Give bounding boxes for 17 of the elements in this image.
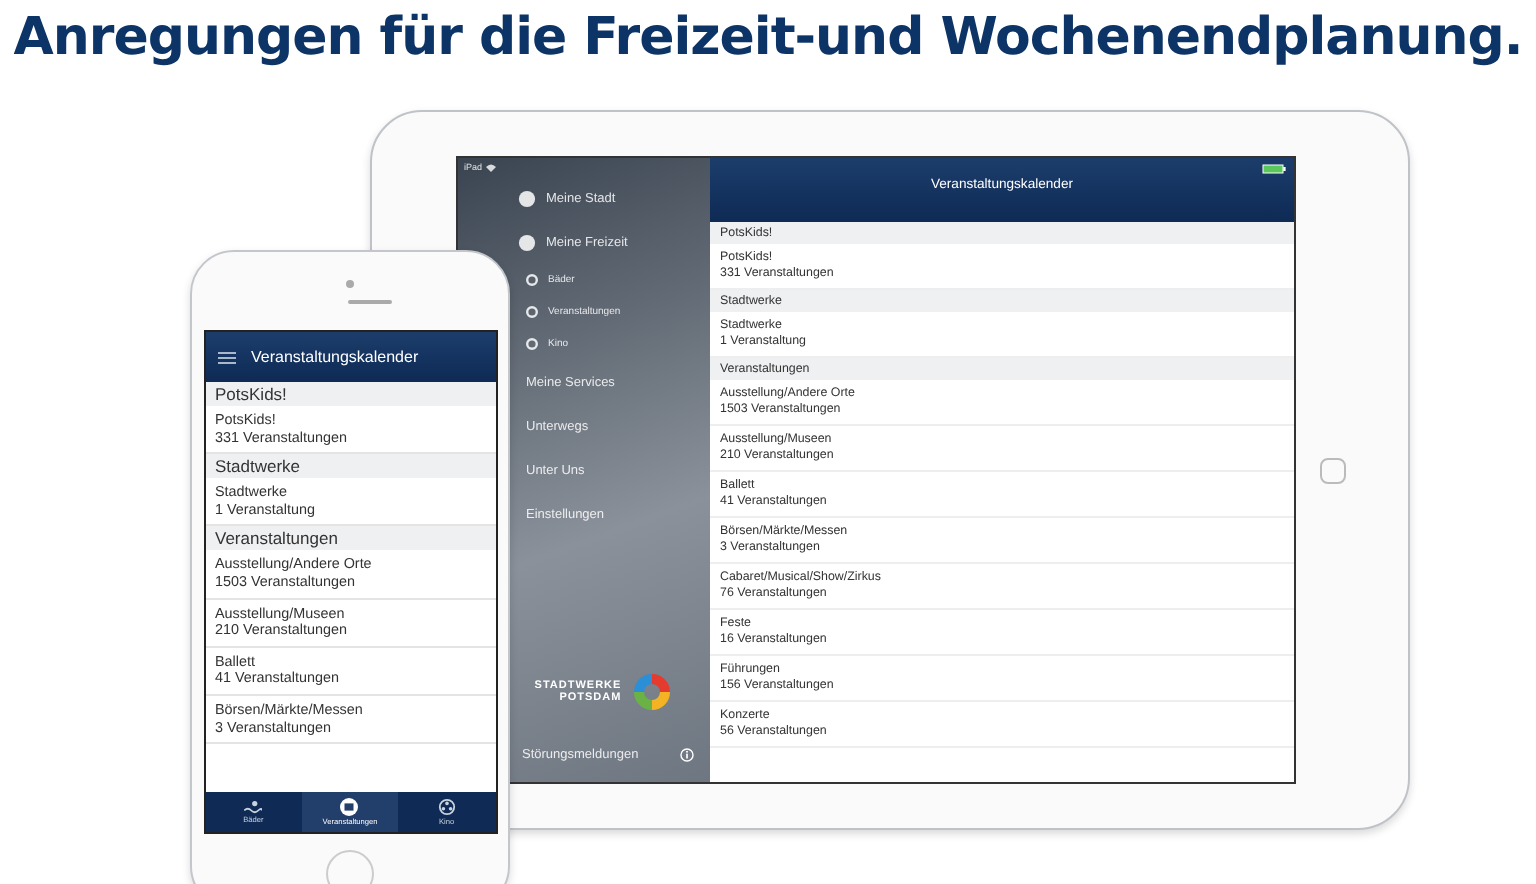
info-icon[interactable]	[680, 747, 694, 761]
section-header: Veranstaltungen	[205, 526, 495, 551]
circle-icon	[526, 338, 538, 350]
menu-icon[interactable]	[217, 351, 235, 363]
headline: Anregungen für die Freizeit-und Wochenendplanung.	[11, 8, 1525, 68]
circle-icon	[518, 189, 536, 207]
screen-title: Veranstaltungskalender	[251, 348, 419, 366]
battery-icon	[1262, 163, 1286, 173]
circle-icon	[526, 306, 538, 318]
wave-icon	[244, 800, 263, 814]
film-reel-icon	[437, 798, 456, 816]
circle-icon	[518, 233, 536, 251]
logo-ring-icon	[629, 670, 674, 714]
section-header: PotsKids!	[205, 382, 495, 406]
wifi-icon	[486, 163, 497, 171]
section-header: Stadtwerke	[205, 454, 495, 479]
circle-icon	[526, 274, 538, 286]
